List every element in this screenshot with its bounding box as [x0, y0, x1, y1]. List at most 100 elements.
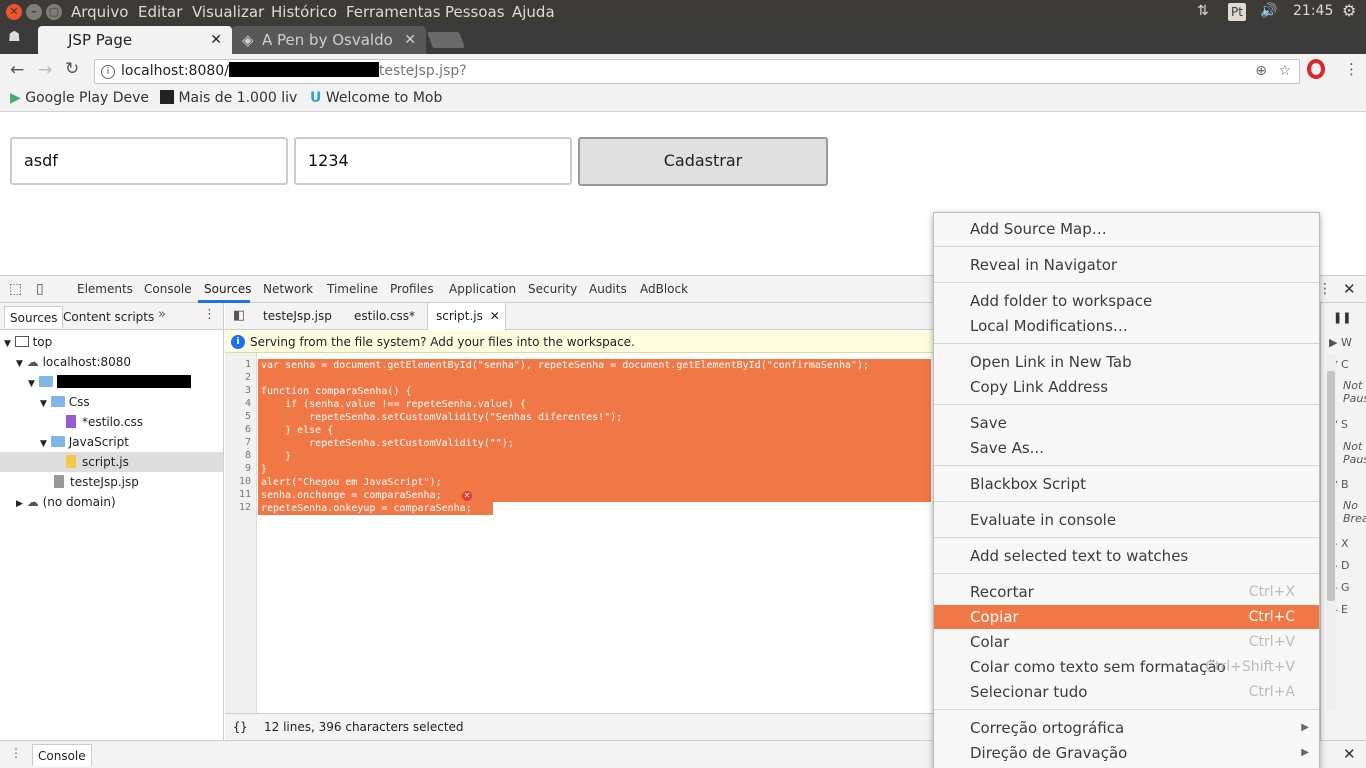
- drawer-tab-console[interactable]: Console: [32, 744, 92, 766]
- close-window-icon[interactable]: ✕: [6, 4, 22, 20]
- menu-item-reveal-in-navigator[interactable]: Reveal in Navigator: [934, 253, 1319, 277]
- tab-sources[interactable]: Sources: [204, 282, 251, 296]
- senha-input[interactable]: asdf: [10, 137, 288, 185]
- menu-item-add-selected-text-to-watches[interactable]: Add selected text to watches: [934, 544, 1319, 568]
- menu-item-local-modifications[interactable]: Local Modifications…: [934, 314, 1319, 338]
- tree-item-testejsp[interactable]: testeJsp.jsp: [54, 472, 139, 492]
- menu-item-add-folder-to-workspace[interactable]: Add folder to workspace: [934, 289, 1319, 313]
- bookmark-star-icon[interactable]: ☆: [1278, 60, 1291, 83]
- devtools-menu-icon[interactable]: ⋮: [1318, 281, 1332, 297]
- opera-icon[interactable]: [1307, 59, 1325, 79]
- menu-visualizar[interactable]: Visualizar: [192, 3, 264, 21]
- close-tab-icon[interactable]: ✕: [490, 303, 500, 330]
- volume-icon[interactable]: 🔊: [1260, 3, 1277, 19]
- menu-item-save-as[interactable]: Save As...: [934, 436, 1319, 460]
- tree-item-no-domain[interactable]: ▶ ☁ (no domain): [16, 492, 116, 512]
- tab-timeline[interactable]: Timeline: [327, 282, 378, 296]
- device-mode-icon[interactable]: ▯: [36, 281, 44, 297]
- tab-security[interactable]: Security: [528, 282, 577, 296]
- menu-item-copiar[interactable]: Copiar Ctrl+C: [934, 605, 1319, 629]
- menu-item-open-link-in-new-tab[interactable]: Open Link in New Tab: [934, 350, 1319, 374]
- gear-icon[interactable]: ⚙: [1342, 1, 1356, 20]
- code-line[interactable]: repeteSenha.setCustomValidity("Senhas di…: [261, 411, 622, 424]
- menu-item-corre-o-ortogr-fica[interactable]: Correção ortográfica ▶: [934, 716, 1319, 740]
- scrollbar-thumb[interactable]: [1327, 371, 1335, 601]
- tab-jsp-page[interactable]: JSP Page ✕: [38, 26, 232, 54]
- clock[interactable]: 21:45: [1293, 3, 1333, 19]
- code-line[interactable]: var senha = document.getElementById("sen…: [261, 359, 869, 372]
- browser-menu-icon[interactable]: ⋮: [1344, 60, 1359, 78]
- tree-item-script-js[interactable]: script.js: [0, 452, 223, 472]
- code-line[interactable]: repeteSenha.onkeyup = comparaSenha;: [261, 502, 472, 515]
- tab-adblock[interactable]: AdBlock: [640, 282, 688, 296]
- code-line[interactable]: alert("Chegou em JavaScript");: [261, 476, 442, 489]
- back-arrow-icon[interactable]: ←: [10, 60, 24, 80]
- menu-ajuda[interactable]: Ajuda: [512, 3, 555, 21]
- pretty-print-icon[interactable]: {}: [233, 714, 247, 741]
- tree-item-host[interactable]: ▼ ☁ localhost:8080: [16, 352, 131, 372]
- nav-tab-sources[interactable]: Sources: [4, 306, 64, 328]
- code-line[interactable]: }: [261, 450, 291, 463]
- code-line[interactable]: } else {: [261, 424, 333, 437]
- menu-item-recortar[interactable]: Recortar Ctrl+X: [934, 580, 1319, 604]
- bookmark-google-play[interactable]: ▶ Google Play Deve: [10, 90, 148, 106]
- menu-arquivo[interactable]: Arquivo: [71, 3, 128, 21]
- bookmark-livros[interactable]: Mais de 1.000 livr: [160, 90, 297, 106]
- menu-item-evaluate-in-console[interactable]: Evaluate in console: [934, 508, 1319, 532]
- cadastrar-button[interactable]: Cadastrar: [578, 137, 828, 186]
- more-tabs-icon[interactable]: »: [158, 307, 166, 322]
- pause-icon[interactable]: ❚❚: [1333, 311, 1351, 324]
- menu-item-copy-link-address[interactable]: Copy Link Address: [934, 375, 1319, 399]
- new-tab-button[interactable]: [427, 32, 465, 48]
- confirma-senha-input[interactable]: 1234: [294, 137, 572, 185]
- forward-arrow-icon[interactable]: →: [38, 60, 52, 80]
- address-bar[interactable]: i localhost:8080/testeJsp.jsp? ⊕ ☆: [94, 59, 1300, 84]
- tab-audits[interactable]: Audits: [589, 282, 627, 296]
- minimize-window-icon[interactable]: –: [26, 4, 42, 20]
- nav-tab-content-scripts[interactable]: Content scripts: [63, 306, 154, 328]
- menu-item-blackbox-script[interactable]: Blackbox Script: [934, 472, 1319, 496]
- menu-item-colar-como-texto-sem-formata-o[interactable]: Colar como texto sem formatação Ctrl+Shif…: [934, 655, 1319, 679]
- menu-editar[interactable]: Editar: [138, 3, 182, 21]
- tab-application[interactable]: Application: [449, 282, 516, 296]
- tab-console[interactable]: Console: [144, 282, 192, 296]
- menu-item-colar[interactable]: Colar Ctrl+V: [934, 630, 1319, 654]
- reload-icon[interactable]: ↻: [65, 59, 79, 79]
- section-watch[interactable]: ▶ W: [1329, 336, 1352, 349]
- code-line[interactable]: }: [261, 463, 267, 476]
- editor-tab-testejsp[interactable]: testeJsp.jsp: [255, 303, 340, 330]
- restore-window-icon[interactable]: ▢: [46, 4, 62, 20]
- tree-item-css-folder[interactable]: ▼ Css: [40, 392, 90, 412]
- info-icon[interactable]: i: [101, 65, 115, 79]
- tree-item-javascript-folder[interactable]: ▼ JavaScript: [40, 432, 129, 452]
- menu-item-save[interactable]: Save: [934, 411, 1319, 435]
- code-line[interactable]: senha.onchange = comparaSenha;: [261, 489, 442, 502]
- menu-historico[interactable]: Histórico: [271, 3, 337, 21]
- tab-network[interactable]: Network: [263, 282, 313, 296]
- tree-item-top[interactable]: ▼ top: [4, 332, 52, 352]
- editor-tab-script-js[interactable]: script.js ✕: [427, 303, 506, 330]
- code-line[interactable]: function comparaSenha() {: [261, 385, 412, 398]
- close-devtools-icon[interactable]: ✕: [1343, 280, 1356, 298]
- tab-profiles[interactable]: Profiles: [390, 282, 434, 296]
- menu-ferramentas[interactable]: Ferramentas: [346, 3, 441, 21]
- inspect-element-icon[interactable]: ⬚: [9, 281, 22, 297]
- editor-tab-estilo[interactable]: estilo.css*: [346, 303, 423, 330]
- menu-item-selecionar-tudo[interactable]: Selecionar tudo Ctrl+A: [934, 680, 1319, 704]
- tree-item-estilo-css[interactable]: *estilo.css: [66, 412, 143, 432]
- menu-item-add-source-map[interactable]: Add Source Map…: [934, 217, 1319, 241]
- drawer-menu-icon[interactable]: ⋮: [10, 746, 22, 760]
- code-editor[interactable]: var senha = document.getElementById("sen…: [258, 358, 935, 713]
- tab-elements[interactable]: Elements: [77, 282, 133, 296]
- keyboard-language-indicator[interactable]: Pt: [1228, 3, 1246, 21]
- toggle-navigator-icon[interactable]: ◧: [233, 308, 245, 323]
- bookmark-welcome[interactable]: U Welcome to Mob: [310, 90, 446, 106]
- network-transfer-icon[interactable]: ⇅: [1197, 3, 1209, 19]
- sidebar-scrollbar[interactable]: [1326, 355, 1336, 710]
- menu-pessoas[interactable]: Pessoas: [445, 3, 505, 21]
- close-drawer-icon[interactable]: ✕: [1343, 745, 1356, 763]
- menu-item-dire-o-de-grava-o[interactable]: Direção de Gravação ▶: [934, 741, 1319, 765]
- code-line[interactable]: if (senha.value !== repeteSenha.value) {: [261, 398, 526, 411]
- tab-codepen[interactable]: ◈ A Pen by Osvaldo ✕: [232, 26, 426, 54]
- close-tab-icon[interactable]: ✕: [404, 26, 416, 54]
